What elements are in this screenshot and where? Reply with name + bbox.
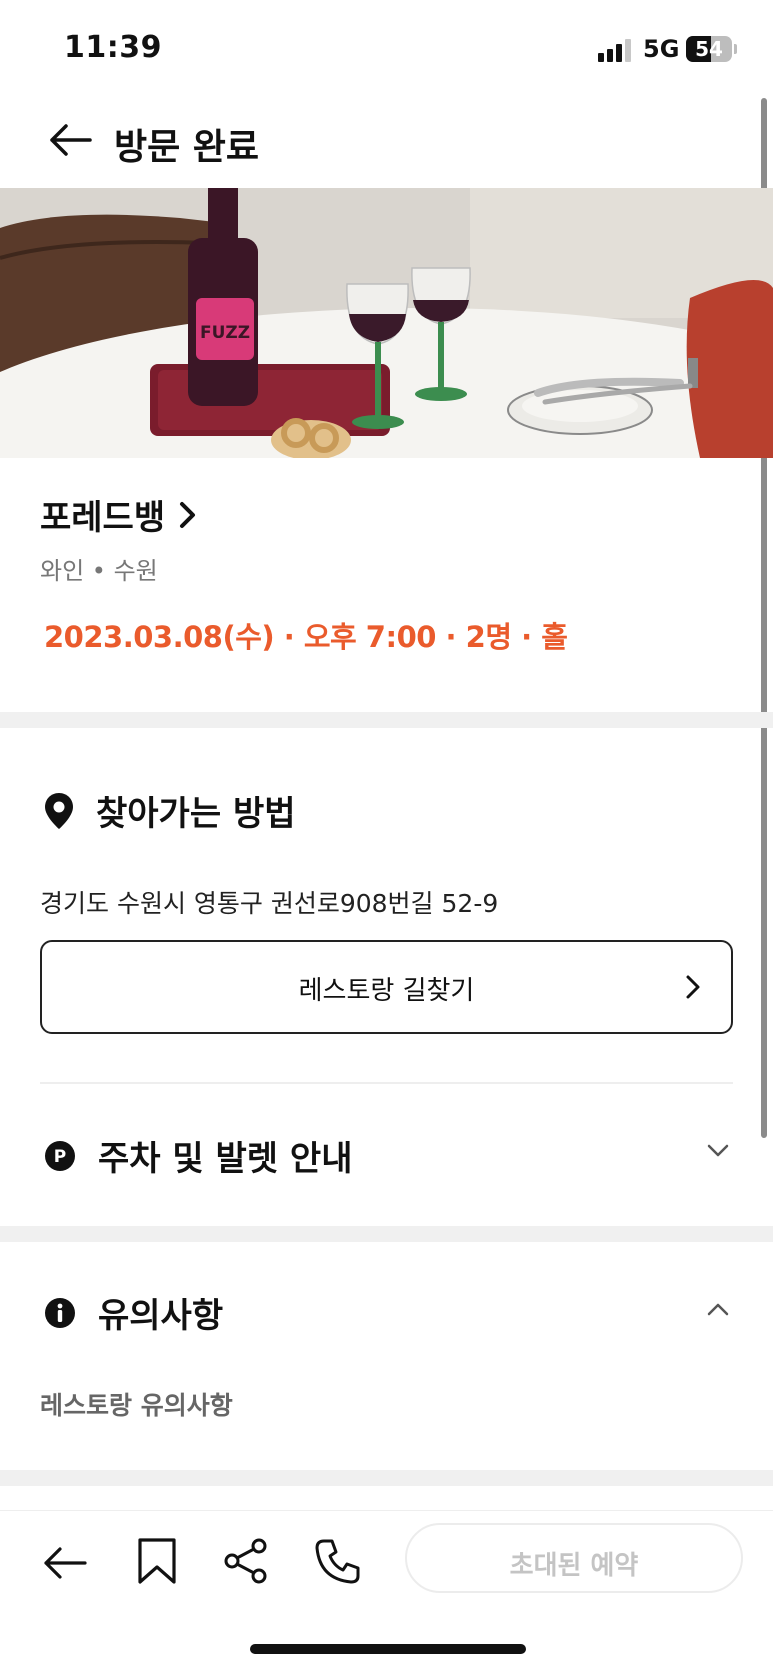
parking-accordion[interactable]: P 주차 및 발렛 안내 bbox=[44, 1131, 352, 1180]
share-icon[interactable] bbox=[222, 1537, 270, 1585]
phone-icon[interactable] bbox=[314, 1537, 362, 1585]
status-time: 11:39 bbox=[64, 30, 162, 65]
bookmark-icon[interactable] bbox=[136, 1537, 178, 1585]
booking-details: 2023.03.08(수) · 오후 7:00 · 2명 · 홀 bbox=[44, 620, 568, 654]
route-button-label: 레스토랑 길찾기 bbox=[298, 976, 475, 1006]
restaurant-address: 경기도 수원시 영통구 권선로908번길 52-9 bbox=[40, 889, 499, 918]
chevron-down-icon[interactable] bbox=[707, 1144, 729, 1158]
parking-icon: P bbox=[45, 1140, 75, 1171]
notice-title: 유의사항 bbox=[98, 1296, 224, 1336]
arrow-left-icon bbox=[50, 124, 92, 156]
battery-icon: 54 bbox=[686, 36, 732, 62]
restaurant-category: 와인 • 수원 bbox=[40, 557, 158, 585]
parking-title: 주차 및 발렛 안내 bbox=[98, 1139, 353, 1179]
top-header: 방문 완료 bbox=[0, 100, 773, 180]
restaurant-name-link[interactable]: 포레드뱅 bbox=[40, 490, 567, 539]
network-type: 5G bbox=[643, 35, 680, 63]
back-button[interactable] bbox=[46, 118, 92, 162]
invited-booking-label: 초대된 예약 bbox=[509, 1551, 639, 1581]
battery-tip bbox=[734, 44, 737, 54]
home-indicator[interactable] bbox=[250, 1644, 526, 1654]
divider bbox=[40, 1082, 733, 1084]
status-bar: 11:39 5G 54 bbox=[0, 0, 773, 96]
restaurant-info: 포레드뱅 와인 • 수원 2023.03.08(수) · 오후 7:00 · 2… bbox=[40, 490, 568, 656]
signal-strength-icon bbox=[598, 38, 634, 62]
restaurant-name: 포레드뱅 bbox=[40, 498, 166, 538]
notice-subtitle: 레스토랑 유의사항 bbox=[40, 1391, 233, 1420]
battery-level: 54 bbox=[695, 37, 723, 61]
route-button[interactable]: 레스토랑 길찾기 bbox=[40, 940, 733, 1034]
invited-booking-button[interactable]: 초대된 예약 bbox=[405, 1523, 743, 1593]
page-title: 방문 완료 bbox=[114, 127, 260, 168]
chevron-right-icon bbox=[686, 975, 700, 999]
section-separator bbox=[0, 1226, 773, 1242]
section-separator bbox=[0, 712, 773, 728]
directions-header: 찾아가는 방법 bbox=[44, 786, 296, 835]
section-separator bbox=[0, 1470, 773, 1486]
arrow-left-icon[interactable] bbox=[42, 1543, 88, 1583]
location-pin-icon bbox=[45, 792, 73, 829]
chevron-right-icon bbox=[180, 501, 196, 528]
directions-title: 찾아가는 방법 bbox=[96, 794, 296, 834]
info-icon bbox=[45, 1297, 75, 1328]
svg-text:P: P bbox=[54, 1147, 66, 1167]
bottle-label: FUZZ bbox=[200, 323, 250, 343]
notice-accordion[interactable]: 유의사항 bbox=[44, 1288, 223, 1337]
restaurant-photo: FUZZ bbox=[0, 188, 773, 458]
chevron-up-icon[interactable] bbox=[707, 1302, 729, 1316]
